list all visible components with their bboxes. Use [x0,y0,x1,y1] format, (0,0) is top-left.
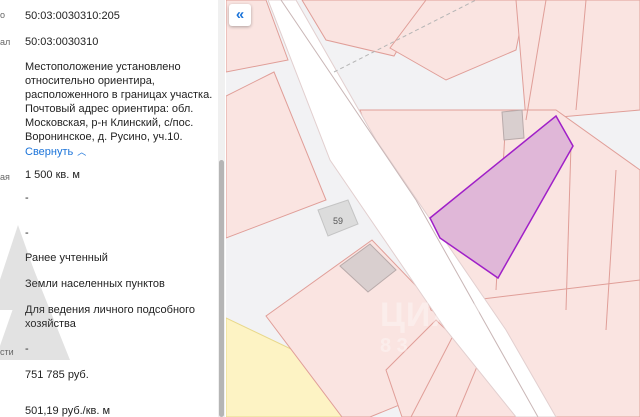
parcel-number-label: 59 [332,216,343,226]
row-label-ownership: сти [0,347,14,357]
collapse-address-link[interactable]: Свернуть ︿ [25,145,86,158]
price-per-sqm-value: 501,19 руб./кв. м [25,405,111,417]
area-value: 1 500 кв. м [25,169,80,181]
double-chevron-left-icon: « [235,6,245,23]
cadastral-value: 751 785 руб. [25,369,89,381]
status-value: Ранее учтенный [25,252,108,264]
row-label-area: ая [0,172,10,182]
cadastral-quarter-value: 50:03:0030310 [25,36,99,48]
collapse-link-label: Свернуть [25,146,74,158]
cadastral-number-value: 50:03:0030310:205 [25,10,120,22]
details-scrollbar[interactable] [218,0,225,417]
chevron-up-icon: ︿ [77,147,87,157]
parcel-details-panel: о 50:03:0030310:205 ал 50:03:0030310 Мес… [0,0,226,417]
empty-value-2: - [25,227,29,239]
ownership-value: - [25,343,29,355]
row-label-cadastral-number: о [0,10,6,20]
map-canvas[interactable] [226,0,640,417]
cadastral-map[interactable]: 59 ЦИАН 8 3 [226,0,640,417]
empty-value-1: - [25,192,29,204]
address-value: Местоположение установлено относительно … [25,61,213,143]
row-label-cadastral-quarter: ал [0,37,11,47]
parcel-top-right-3 [515,0,640,121]
building-small-gray [501,109,525,141]
permitted-use-value: Для ведения личного подсобного хозяйства [25,304,196,330]
scrollbar-thumb[interactable] [219,160,224,417]
land-category-value: Земли населенных пунктов [25,278,165,290]
collapse-panel-button[interactable]: « [229,4,251,26]
